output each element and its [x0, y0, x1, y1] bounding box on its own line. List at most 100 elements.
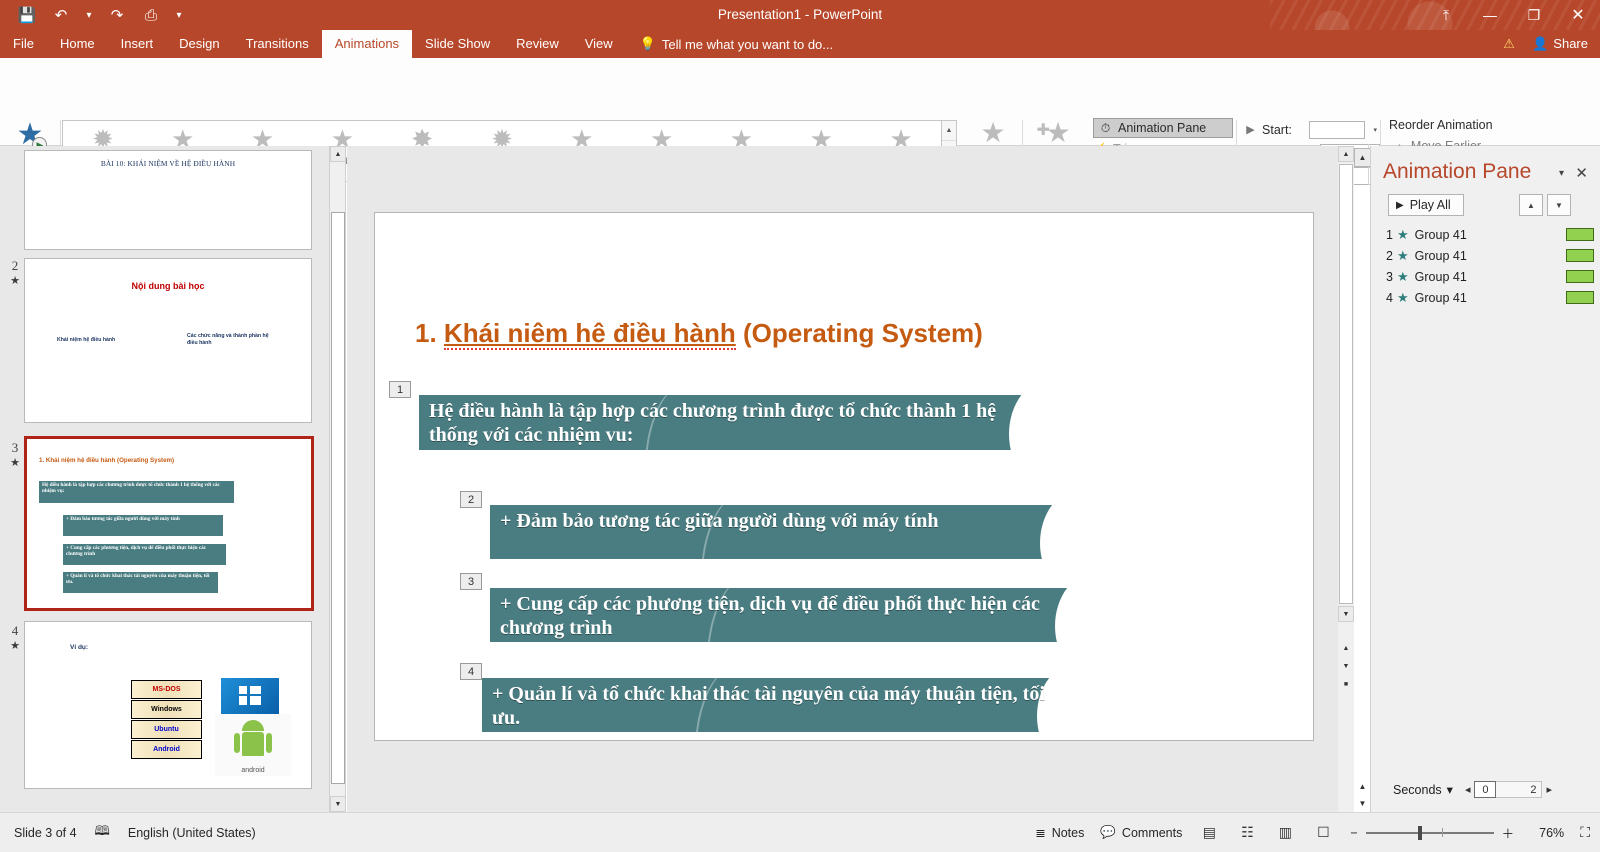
animation-timing-bar[interactable]: [1566, 228, 1594, 241]
previous-slide-icon[interactable]: ▲: [1338, 640, 1354, 656]
slide-counter[interactable]: Slide 3 of 4: [14, 826, 77, 840]
reading-view-icon[interactable]: ▥: [1274, 824, 1296, 842]
pane-scroll-down-icon[interactable]: ▼: [1354, 795, 1371, 812]
tell-me-search[interactable]: 💡 Tell me what you want to do...: [640, 30, 833, 58]
gallery-scroll-up-icon[interactable]: ▲: [942, 121, 956, 141]
slide-thumbnail-4[interactable]: Ví dụ: MS-DOS Windows Ubuntu Android and…: [24, 621, 312, 789]
slide-content-box-1[interactable]: Hệ điều hành là tập hợp các chương trình…: [419, 395, 1049, 450]
animation-pane-close-icon[interactable]: ✕: [1575, 164, 1588, 182]
timeline-right-arrow-icon[interactable]: ▸: [1546, 783, 1552, 796]
animation-pane-menu-caret-icon[interactable]: ▾: [1559, 168, 1564, 179]
thumb-scroll-thumb[interactable]: [331, 212, 345, 784]
zoom-level-label[interactable]: 76%: [1530, 826, 1564, 840]
animation-pane-toggle[interactable]: ⏱ Animation Pane: [1093, 118, 1233, 138]
language-label[interactable]: English (United States): [128, 826, 256, 840]
next-slide-icon[interactable]: ▼: [1338, 658, 1354, 674]
slide-scroll-thumb[interactable]: [1339, 164, 1353, 604]
animation-tag-1[interactable]: 1: [389, 381, 411, 398]
timeline-scroller[interactable]: ◂ 0 2 ▸: [1465, 781, 1552, 798]
share-button[interactable]: 👤 Share: [1524, 30, 1600, 58]
animation-timing-bar[interactable]: [1566, 249, 1594, 262]
slide-content-box-2[interactable]: + Đảm bảo tương tác giữa người dùng với …: [490, 505, 1080, 559]
slide-edit-area[interactable]: 1. Khái niêm hê điều hành (Operating Sys…: [347, 146, 1354, 812]
slide-content-text-2: + Đảm bảo tương tác giữa người dùng với …: [500, 510, 938, 532]
thumb-scroll-down-icon[interactable]: ▼: [330, 796, 346, 812]
slide-content-box-3[interactable]: + Cung cấp các phương tiện, dịch vụ để đ…: [490, 588, 1095, 642]
start-play-icon: ▶: [1245, 123, 1256, 136]
back-to-slide-icon[interactable]: ■: [1338, 676, 1354, 692]
zoom-track[interactable]: [1366, 832, 1494, 834]
slide-thumbnail-1[interactable]: BÀI 10: KHÁI NIỆM VỀ HỆ ĐIỀU HÀNH: [24, 150, 312, 250]
slide-content-text-4: + Quản lí và tổ chức khai thác tài nguyê…: [492, 683, 1045, 729]
animation-tag-4[interactable]: 4: [460, 663, 482, 680]
start-caret-icon[interactable]: ▾: [1371, 126, 1380, 134]
tab-transitions[interactable]: Transitions: [233, 30, 322, 58]
zoom-slider[interactable]: − ＋: [1350, 823, 1514, 842]
undo-icon[interactable]: ↶: [44, 1, 78, 29]
animation-item-name: Group 41: [1415, 270, 1566, 284]
tab-file[interactable]: File: [0, 30, 47, 58]
tab-view[interactable]: View: [572, 30, 626, 58]
slide-content-box-4[interactable]: + Quản lí và tổ chức khai thác tài nguyê…: [482, 678, 1077, 732]
thumb3-box-3: + Cung cấp các phương tiện, dịch vụ để đ…: [63, 544, 226, 565]
animation-timing-bar[interactable]: [1566, 291, 1594, 304]
timeline-left-arrow-icon[interactable]: ◂: [1465, 783, 1471, 796]
customize-qat-caret-icon[interactable]: ▾: [168, 1, 190, 29]
warning-icon[interactable]: ⚠: [1494, 36, 1524, 52]
minimize-icon[interactable]: —: [1468, 0, 1512, 30]
tab-animations[interactable]: Animations: [322, 30, 412, 58]
current-slide[interactable]: 1. Khái niêm hê điều hành (Operating Sys…: [374, 212, 1314, 741]
tab-home[interactable]: Home: [47, 30, 108, 58]
zoom-knob[interactable]: [1418, 826, 1422, 840]
move-up-button[interactable]: ▲: [1519, 194, 1543, 216]
ribbon-display-options-icon[interactable]: ⤒: [1424, 0, 1468, 30]
zoom-in-icon[interactable]: ＋: [1502, 823, 1515, 842]
spellcheck-icon[interactable]: 🕮: [95, 822, 110, 844]
notes-button[interactable]: ≣ Notes: [1035, 825, 1084, 840]
slideshow-view-icon[interactable]: ☐: [1312, 824, 1334, 842]
tab-slide-show[interactable]: Slide Show: [412, 30, 503, 58]
comments-button[interactable]: 💬 Comments: [1100, 825, 1182, 840]
slide-area-scrollbar[interactable]: ▲ ▼ ▲ ▼ ■: [1338, 146, 1354, 812]
seconds-dropdown[interactable]: Seconds ▾: [1393, 782, 1453, 797]
slide-thumbnail-2[interactable]: Nội dung bài học Khái niệm hệ điều hành …: [24, 258, 312, 423]
animation-list-item[interactable]: 4 ★ Group 41: [1379, 287, 1594, 308]
pane-scroll-up-icon[interactable]: ▲: [1354, 778, 1371, 795]
slide-scroll-down-icon[interactable]: ▼: [1338, 606, 1354, 622]
slide-thumbnail-panel[interactable]: BÀI 10: KHÁI NIỆM VỀ HỆ ĐIỀU HÀNH 2 ★ Nộ…: [0, 146, 330, 812]
animation-pane-collapse-button[interactable]: ▲: [1354, 148, 1371, 167]
animation-list-item[interactable]: 1 ★ Group 41: [1379, 224, 1594, 245]
animation-pane[interactable]: Animation Pane ▾ ✕ ▶ Play All ▲ ▼ 1 ★ Gr…: [1370, 146, 1600, 812]
animation-timing-bar[interactable]: [1566, 270, 1594, 283]
reorder-title: Reorder Animation: [1389, 118, 1539, 132]
redo-icon[interactable]: ↷: [100, 1, 134, 29]
animation-list-item[interactable]: 2 ★ Group 41: [1379, 245, 1594, 266]
move-down-button[interactable]: ▼: [1547, 194, 1571, 216]
thumbnail-panel-scrollbar[interactable]: ▲ ▼: [330, 146, 346, 812]
animation-tag-3[interactable]: 3: [460, 573, 482, 590]
start-select[interactable]: [1309, 121, 1365, 139]
ribbon-tab-bar: File Home Insert Design Transitions Anim…: [0, 30, 1600, 58]
maximize-icon[interactable]: ❐: [1512, 0, 1556, 30]
thumb-scroll-up-icon[interactable]: ▲: [330, 146, 346, 162]
undo-dropdown-caret-icon[interactable]: ▾: [78, 1, 100, 29]
zoom-out-icon[interactable]: −: [1350, 826, 1357, 840]
play-all-button[interactable]: ▶ Play All: [1388, 194, 1464, 216]
slide-title[interactable]: 1. Khái niêm hê điều hành (Operating Sys…: [415, 318, 983, 349]
animation-list-item[interactable]: 3 ★ Group 41: [1379, 266, 1594, 287]
close-icon[interactable]: ✕: [1556, 0, 1600, 30]
slide-scroll-up-icon[interactable]: ▲: [1338, 146, 1354, 162]
animation-tag-2[interactable]: 2: [460, 491, 482, 508]
animation-list[interactable]: 1 ★ Group 41 2 ★ Group 41 3 ★ Group 41 4…: [1379, 224, 1594, 308]
tab-insert[interactable]: Insert: [108, 30, 167, 58]
save-icon[interactable]: 💾: [10, 1, 44, 29]
slide-thumbnail-3[interactable]: 1. Khái niệm hệ điều hành (Operating Sys…: [24, 436, 314, 611]
normal-view-icon[interactable]: ▤: [1198, 824, 1220, 842]
tab-design[interactable]: Design: [166, 30, 232, 58]
start-slideshow-icon[interactable]: ⎙: [134, 1, 168, 29]
animation-pane-scroll-buttons[interactable]: ▲ ▼: [1354, 778, 1371, 812]
tab-review[interactable]: Review: [503, 30, 572, 58]
fit-to-window-icon[interactable]: ⛶: [1580, 824, 1590, 841]
thumb4-button-android: Android: [131, 740, 202, 759]
slide-sorter-view-icon[interactable]: ☷: [1236, 824, 1258, 842]
